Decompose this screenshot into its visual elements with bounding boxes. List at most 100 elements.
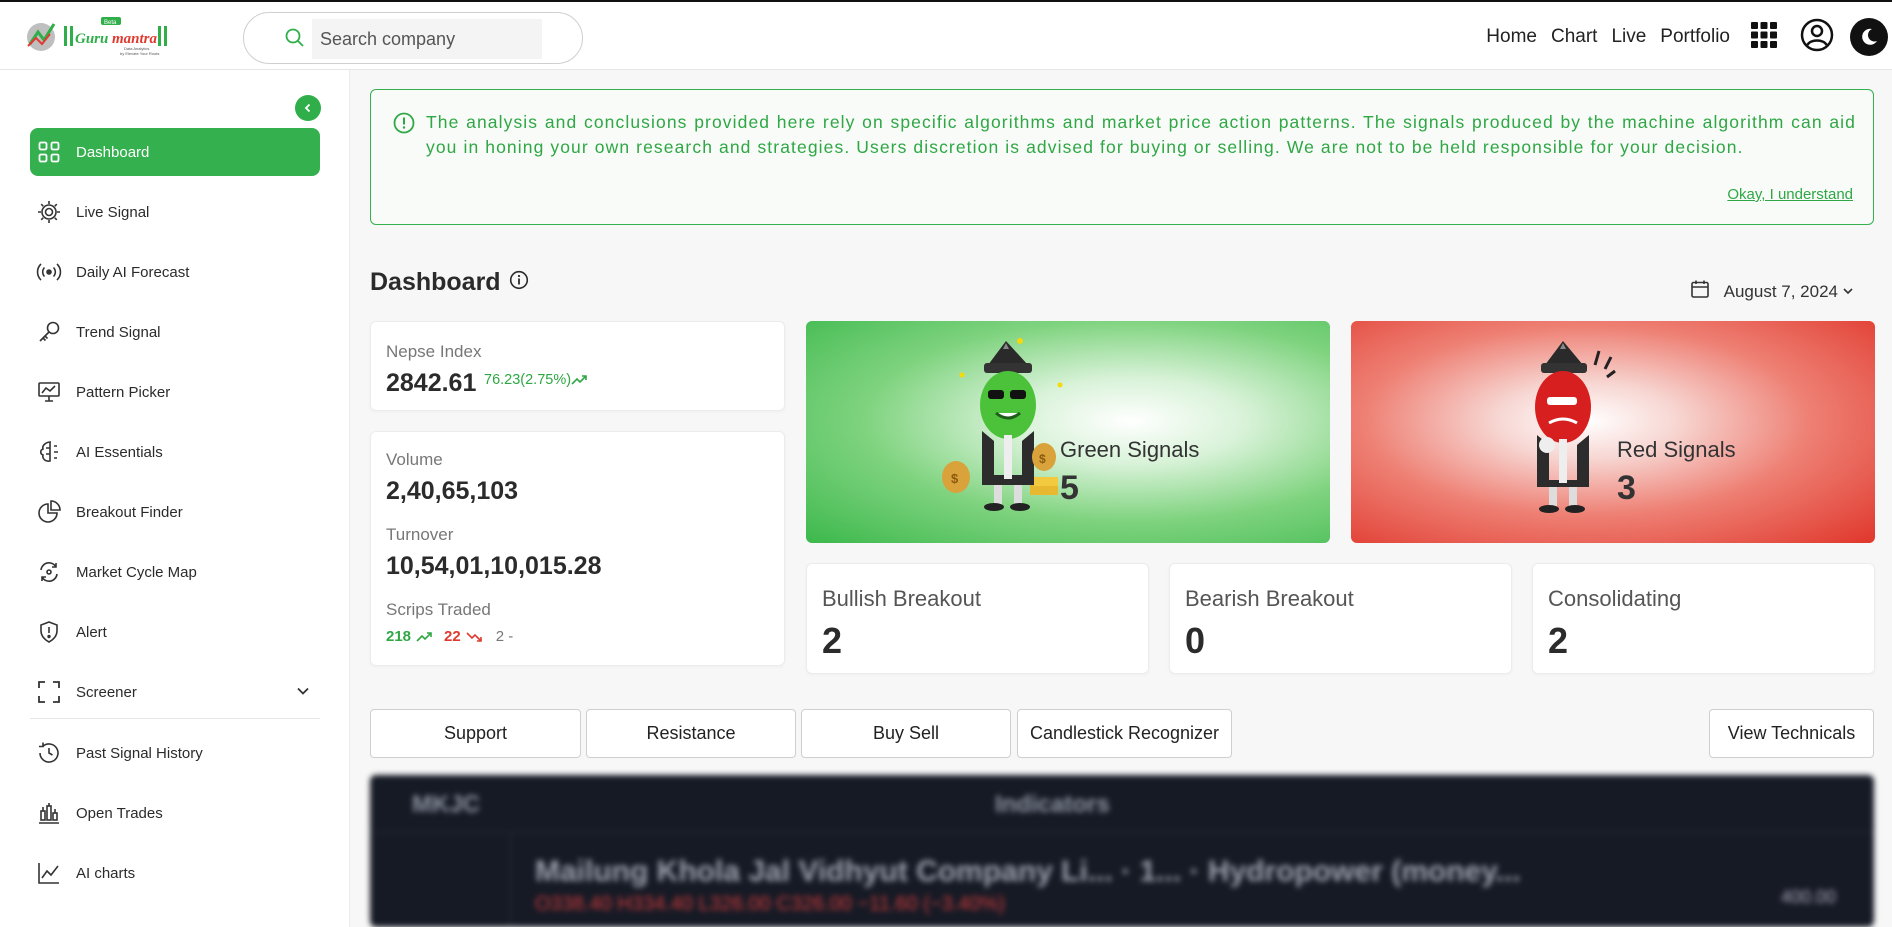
- chart-company-name: Mailung Khola Jal Vidhyut Company Li... …: [535, 855, 1521, 888]
- nepse-label: Nepse Index: [386, 342, 482, 361]
- sidebar-item-alert[interactable]: Alert: [30, 608, 320, 656]
- scrips-up-count: 218: [386, 628, 412, 645]
- svg-text:$: $: [1039, 452, 1046, 466]
- history-icon: [36, 740, 62, 766]
- line-chart-icon: [36, 860, 62, 886]
- chevron-down-icon: [1842, 282, 1854, 302]
- nepse-index-card: Nepse Index 2842.61 76.23(2.75%): [370, 321, 785, 411]
- consolidating-card[interactable]: Consolidating 2: [1532, 563, 1875, 674]
- green-signals-card[interactable]: $ $ Green Signals 5: [806, 321, 1330, 543]
- bearish-breakout-label: Bearish Breakout: [1185, 586, 1354, 611]
- acknowledge-link[interactable]: Okay, I understand: [1727, 186, 1853, 203]
- chart-toolbar: MKJC Indicators: [370, 775, 1874, 833]
- price-chart-preview[interactable]: MKJC Indicators Mailung Khola Jal Vidhyu…: [370, 775, 1874, 927]
- nepse-change: 76.23(2.75%): [484, 372, 587, 388]
- volume-label: Volume: [386, 450, 443, 469]
- sidebar-item-label: AI charts: [76, 864, 136, 882]
- tab-candlestick-recognizer[interactable]: Candlestick Recognizer: [1017, 709, 1232, 758]
- sidebar-item-label: Dashboard: [76, 143, 150, 161]
- sidebar-item-label: AI Essentials: [76, 443, 163, 461]
- sidebar-item-past-signal-history[interactable]: Past Signal History: [30, 729, 320, 777]
- dashboard-grid-icon: [36, 139, 62, 165]
- sidebar-item-label: Trend Signal: [76, 323, 161, 341]
- bullish-breakout-label: Bullish Breakout: [822, 586, 981, 611]
- turnover-label: Turnover: [386, 525, 454, 544]
- search-box[interactable]: [243, 12, 583, 64]
- sidebar-item-label: Breakout Finder: [76, 503, 183, 521]
- sidebar-item-label: Market Cycle Map: [76, 563, 197, 581]
- date-picker[interactable]: August 7, 2024: [1690, 279, 1854, 304]
- page-title: Dashboard: [370, 268, 529, 297]
- sidebar-item-pattern-picker[interactable]: Pattern Picker: [30, 368, 320, 416]
- sidebar-item-trend-signal[interactable]: Trend Signal: [30, 308, 320, 356]
- svg-text:Beta: Beta: [104, 20, 117, 26]
- presentation-chart-icon: [36, 379, 62, 405]
- sidebar-collapse-button[interactable]: [295, 95, 321, 121]
- trend-up-icon: [416, 631, 432, 642]
- view-technicals-button[interactable]: View Technicals: [1709, 709, 1874, 758]
- nav-live[interactable]: Live: [1611, 26, 1646, 48]
- nav-home[interactable]: Home: [1486, 26, 1537, 48]
- sidebar-item-breakout-finder[interactable]: Breakout Finder: [30, 488, 320, 536]
- bearish-breakout-card[interactable]: Bearish Breakout 0: [1169, 563, 1512, 674]
- bear-mascot-illustration: [1535, 341, 1616, 513]
- brain-icon: [36, 439, 62, 465]
- svg-text:Guru: Guru: [75, 31, 108, 47]
- top-bar: Beta Guru mantra Data Analytics by Eleva…: [0, 0, 1892, 70]
- sidebar-item-live-signal[interactable]: Live Signal: [30, 188, 320, 236]
- page-title-text: Dashboard: [370, 268, 501, 296]
- turnover-value: 10,54,01,10,015.28: [386, 552, 602, 580]
- sidebar-item-dashboard[interactable]: Dashboard: [30, 128, 320, 176]
- chart-price-axis-label: 400.00: [1780, 887, 1836, 907]
- svg-text:$: $: [951, 471, 959, 486]
- cycle-arrows-icon: [36, 559, 62, 585]
- bullish-breakout-card[interactable]: Bullish Breakout 2: [806, 563, 1149, 674]
- consolidating-label: Consolidating: [1548, 586, 1682, 611]
- disclaimer-text: The analysis and conclusions provided he…: [426, 112, 1856, 157]
- selected-date: August 7, 2024: [1723, 281, 1838, 301]
- tab-support[interactable]: Support: [370, 709, 581, 758]
- bar-candles-icon: [36, 800, 62, 826]
- red-signals-count: 3: [1617, 469, 1636, 507]
- brand-logo[interactable]: Beta Guru mantra Data Analytics by Eleva…: [24, 16, 186, 58]
- chart-indicators-label: Indicators: [995, 791, 1110, 818]
- sidebar-divider: [30, 718, 320, 719]
- volume-value: 2,40,65,103: [386, 477, 519, 505]
- sidebar-item-screener[interactable]: Screener: [30, 668, 320, 716]
- tab-buy-sell[interactable]: Buy Sell: [801, 709, 1011, 758]
- sidebar-item-label: Daily AI Forecast: [76, 263, 190, 281]
- pie-chart-icon: [36, 499, 62, 525]
- search-icon: [284, 27, 306, 54]
- sidebar-item-market-cycle-map[interactable]: Market Cycle Map: [30, 548, 320, 596]
- chart-ohlc: O338.40 H334.40 L326.00 C326.00 −11.60 (…: [535, 893, 1005, 915]
- main-nav: Home Chart Live Portfolio: [1486, 2, 1892, 72]
- chevron-down-icon[interactable]: [296, 684, 310, 703]
- nav-chart[interactable]: Chart: [1551, 26, 1597, 48]
- sidebar-item-open-trades[interactable]: Open Trades: [30, 789, 320, 837]
- sidebar-item-ai-essentials[interactable]: AI Essentials: [30, 428, 320, 476]
- svg-text:mantra: mantra: [112, 31, 158, 47]
- sidebar-item-ai-charts[interactable]: AI charts: [30, 849, 320, 897]
- sidebar-item-daily-ai-forecast[interactable]: Daily AI Forecast: [30, 248, 320, 296]
- nepse-value: 2842.61: [386, 369, 477, 397]
- apps-grid-icon[interactable]: [1750, 21, 1778, 54]
- sidebar: Dashboard Live Signal Daily AI Forecast …: [0, 70, 350, 927]
- key-icon: [36, 319, 62, 345]
- moon-icon: [1862, 28, 1877, 45]
- theme-toggle-button[interactable]: [1850, 18, 1888, 56]
- info-icon[interactable]: [509, 268, 529, 297]
- nav-portfolio[interactable]: Portfolio: [1660, 26, 1730, 48]
- disclaimer-notice: The analysis and conclusions provided he…: [370, 89, 1874, 225]
- green-signals-count: 5: [1060, 469, 1079, 507]
- user-account-icon[interactable]: [1800, 18, 1834, 57]
- scrips-down-count: 22: [444, 628, 461, 645]
- bullish-breakout-count: 2: [822, 620, 843, 661]
- bull-mascot-illustration: $ $: [942, 338, 1063, 511]
- red-signals-card[interactable]: Red Signals 3: [1351, 321, 1875, 543]
- search-input[interactable]: [312, 19, 542, 59]
- scrips-traded-label: Scrips Traded: [386, 600, 491, 619]
- scrips-traded-breakdown: 218 22 2 -: [386, 628, 513, 645]
- sidebar-item-label: Pattern Picker: [76, 383, 171, 401]
- nepse-change-text: 76.23(2.75%): [484, 372, 572, 388]
- tab-resistance[interactable]: Resistance: [586, 709, 796, 758]
